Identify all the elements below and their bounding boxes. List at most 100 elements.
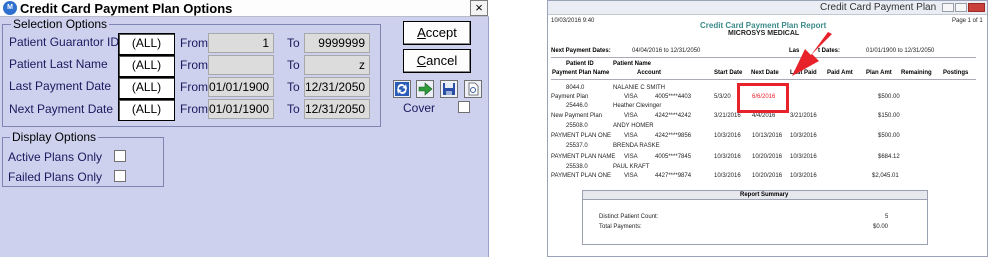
active-plans-only-checkbox[interactable]: [114, 150, 126, 162]
col-patient-id: Patient ID: [566, 61, 594, 67]
row-patient-name: Heather Clevinger: [613, 103, 662, 109]
report-title: Credit Card Payment Plan Report: [700, 21, 827, 30]
close-button[interactable]: ×: [470, 0, 488, 16]
from-label: From: [180, 80, 208, 94]
report-date: 10/03/2016 9:40: [551, 18, 595, 24]
row-last-paid: 10/3/2016: [790, 173, 817, 179]
cancel-button[interactable]: Cancel: [403, 49, 471, 73]
red-arrow-icon: [792, 32, 832, 76]
app-icon: M: [3, 1, 17, 15]
row-plan-amt: $150.00: [878, 113, 900, 119]
row-account: 4242****9856: [655, 133, 692, 139]
distinct-count-label: Distinct Patient Count:: [599, 214, 659, 220]
row-card: VISA: [624, 113, 638, 119]
to-label: To: [287, 58, 300, 72]
row-last-paid: 3/21/2016: [790, 113, 817, 119]
last-name-from-field[interactable]: [208, 55, 274, 75]
accept-hotkey: A: [417, 25, 426, 40]
last-payment-date-select[interactable]: (ALL): [118, 77, 175, 99]
row-patient-name: PAUL KRAFT: [613, 164, 650, 170]
next-payment-date-select[interactable]: (ALL): [118, 99, 175, 121]
last-payment-from-field[interactable]: 01/01/1900: [208, 77, 274, 97]
report-page: Page 1 of 1: [952, 18, 983, 24]
col-plan-amt: Plan Amt: [866, 70, 892, 76]
from-label: From: [180, 102, 208, 116]
from-label: From: [180, 58, 208, 72]
col-remaining: Remaining: [901, 70, 932, 76]
forward-arrow-icon[interactable]: [416, 80, 434, 98]
maximize-button[interactable]: [955, 3, 967, 12]
row-card: VISA: [624, 133, 638, 139]
last-dates-value: 01/01/1900 to 12/31/2050: [866, 48, 935, 54]
row-patient-id: 25446.0: [566, 103, 588, 109]
row-start-date: 10/3/2016: [714, 133, 741, 139]
save-icon[interactable]: [440, 80, 458, 98]
cancel-label: ancel: [426, 53, 458, 68]
report-window-title: Credit Card Payment Plan: [820, 2, 937, 13]
failed-plans-only-checkbox[interactable]: [114, 170, 126, 182]
display-options-legend: Display Options: [10, 130, 99, 144]
row-account: 4005****4403: [655, 94, 692, 100]
to-label: To: [287, 102, 300, 116]
total-payments-label: Total Payments:: [599, 224, 642, 230]
report-summary-title: Report Summary: [740, 192, 789, 198]
row-patient-id: 25538.0: [566, 164, 588, 170]
next-dates-value: 04/04/2016 to 12/31/2050: [632, 48, 701, 54]
window-close-button[interactable]: [968, 3, 985, 12]
row-account: 4427****9874: [655, 173, 692, 179]
col-plan-name: Payment Plan Name: [552, 70, 610, 76]
row-plan-amt: $2,045.01: [872, 173, 899, 179]
row-start-date: 5/3/20: [714, 94, 731, 100]
total-payments-value: $0.00: [873, 224, 889, 230]
row-account: 4005****7845: [655, 154, 692, 160]
refresh-icon[interactable]: [393, 80, 411, 98]
col-account: Account: [637, 70, 661, 76]
accept-button[interactable]: Accept: [403, 21, 471, 45]
to-label: To: [287, 36, 300, 50]
cancel-hotkey: C: [416, 53, 427, 68]
row-patient-name: NALANIE C SMITH: [613, 85, 666, 91]
col-next-date: Next Date: [751, 70, 779, 76]
row-patient-name: BRENDA RASKE: [613, 143, 660, 149]
row-card: VISA: [624, 154, 638, 160]
row-next-date: 10/20/2016: [752, 173, 783, 179]
highlight-box: [737, 83, 789, 113]
dialog-title: Credit Card Payment Plan Options: [20, 1, 233, 16]
patient-guarantor-id-select[interactable]: (ALL): [118, 33, 175, 55]
guarantor-from-field[interactable]: 1: [208, 33, 274, 53]
col-patient-name: Patient Name: [613, 61, 652, 67]
row-next-date: 10/20/2016: [752, 154, 783, 160]
selection-options-legend: Selection Options: [11, 17, 110, 31]
row-plan-amt: $684.12: [878, 154, 900, 160]
last-payment-date-label: Last Payment Date: [9, 79, 112, 93]
next-payment-date-label: Next Payment Date: [9, 102, 114, 116]
from-label: From: [180, 36, 208, 50]
row-plan-amt: $500.00: [878, 133, 900, 139]
row-patient-id: 25508.0: [566, 123, 588, 129]
row-start-date: 10/3/2016: [714, 154, 741, 160]
row-plan-name: PAYMENT PLAN ONE: [551, 133, 612, 139]
document-icon[interactable]: [464, 80, 482, 98]
row-plan-name: PAYMENT PLAN NAME: [551, 154, 616, 160]
minimize-button[interactable]: [942, 3, 954, 12]
row-plan-name: Payment Plan: [551, 94, 589, 100]
to-label: To: [287, 80, 300, 94]
row-account: 4242****4242: [655, 113, 692, 119]
col-postings: Postings: [943, 70, 969, 76]
row-next-date: 10/13/2016: [752, 133, 783, 139]
row-start-date: 10/3/2016: [714, 173, 741, 179]
accept-label: ccept: [425, 25, 457, 40]
row-next-date: 4/4/2016: [752, 113, 776, 119]
next-payment-to-field[interactable]: 12/31/2050: [304, 99, 370, 119]
next-payment-from-field[interactable]: 01/01/1900: [208, 99, 274, 119]
row-card: VISA: [624, 173, 638, 179]
row-last-paid: 10/3/2016: [790, 133, 817, 139]
guarantor-to-field[interactable]: 9999999: [304, 33, 370, 53]
row-patient-id: 25537.0: [566, 143, 588, 149]
active-plans-only-label: Active Plans Only: [8, 150, 103, 164]
last-payment-to-field[interactable]: 12/31/2050: [304, 77, 370, 97]
cover-checkbox[interactable]: [458, 101, 470, 113]
row-plan-amt: $500.00: [878, 94, 900, 100]
last-name-to-field[interactable]: z: [304, 55, 370, 75]
patient-last-name-select[interactable]: (ALL): [118, 55, 175, 77]
